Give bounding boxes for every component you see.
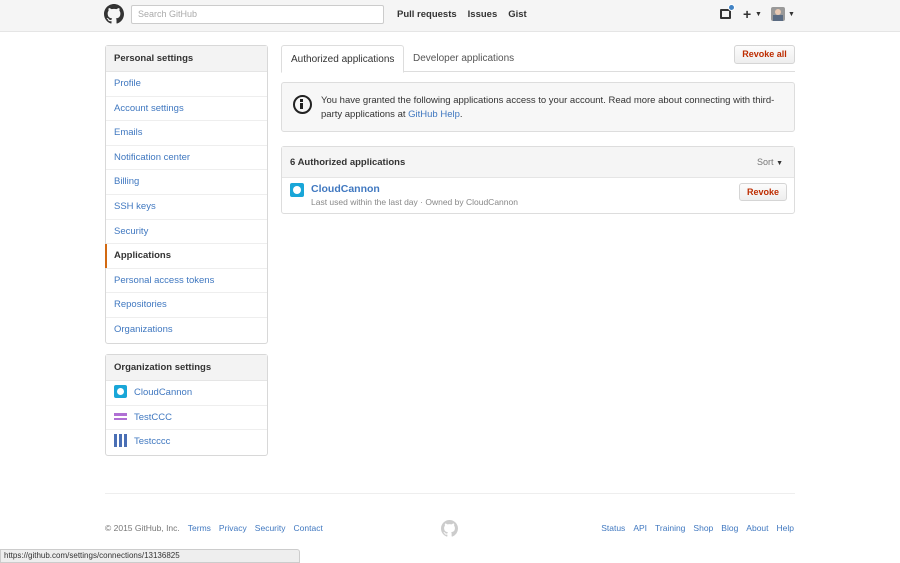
menu-heading: Personal settings [106, 46, 267, 72]
footer-link-security[interactable]: Security [255, 523, 286, 533]
info-notice: You have granted the following applicati… [281, 82, 795, 132]
sidebar-item-billing[interactable]: Billing [106, 170, 267, 195]
sidebar-item-profile[interactable]: Profile [106, 72, 267, 97]
github-help-link[interactable]: GitHub Help [408, 109, 460, 120]
tab-authorized-applications[interactable]: Authorized applications [281, 45, 405, 73]
sidebar-item-repositories[interactable]: Repositories [106, 293, 267, 318]
footer-link-privacy[interactable]: Privacy [219, 523, 247, 533]
header-user-icons: + ▼ ▼ [720, 4, 800, 26]
notice-body: You have granted the following applicati… [321, 95, 775, 120]
testccc-org-icon [114, 409, 127, 423]
plus-icon[interactable]: + [743, 6, 751, 22]
notice-suffix: . [459, 108, 463, 120]
github-logo-icon[interactable] [104, 4, 124, 24]
organization-settings-menu: Organization settings CloudCannon TestCC… [105, 354, 268, 456]
sidebar-item-ssh-keys[interactable]: SSH keys [106, 195, 267, 220]
nav-gist[interactable]: Gist [508, 9, 526, 20]
footer-link-terms[interactable]: Terms [188, 523, 211, 533]
footer-link-about[interactable]: About [746, 523, 768, 533]
app-meta: Last used within the last day · Owned by… [311, 197, 518, 207]
footer-divider [105, 493, 795, 494]
footer-link-blog[interactable]: Blog [721, 523, 738, 533]
sidebar-item-security[interactable]: Security [106, 220, 267, 245]
avatar[interactable] [771, 7, 785, 21]
app-name-link[interactable]: CloudCannon [311, 183, 380, 195]
top-header: Search GitHub Pull requests Issues Gist + … [0, 0, 900, 32]
footer-link-training[interactable]: Training [655, 523, 685, 533]
testcccc-org-icon [114, 434, 127, 448]
unread-indicator-icon [728, 4, 735, 11]
chevron-down-icon: ▼ [776, 160, 783, 167]
sidebar-item-applications[interactable]: Applications [105, 244, 267, 269]
personal-settings-menu: Personal settings Profile Account settin… [105, 45, 268, 344]
sidebar-item-org-cloudcannon[interactable]: CloudCannon [106, 381, 267, 406]
sidebar-item-org-testccc[interactable]: TestCCC [106, 406, 267, 431]
sidebar-item-account-settings[interactable]: Account settings [106, 97, 267, 122]
applications-tabs: Authorized applications Developer applic… [281, 45, 795, 73]
browser-status-bar: https://github.com/settings/connections/… [0, 549, 300, 563]
revoke-button[interactable]: Revoke [739, 183, 787, 201]
chevron-down-icon[interactable]: ▼ [788, 11, 795, 18]
sidebar-item-org-testcccc[interactable]: Testcccc [106, 430, 267, 455]
github-mark-icon[interactable] [441, 520, 458, 537]
list-item: CloudCannon Last used within the last da… [282, 178, 794, 214]
cloudcannon-app-icon [290, 183, 304, 197]
applications-header: 6 Authorized applications Sort ▼ [282, 147, 794, 178]
search-input[interactable]: Search GitHub [131, 5, 384, 24]
authorized-applications-box: 6 Authorized applications Sort ▼ CloudCa… [281, 146, 795, 214]
tab-developer-applications[interactable]: Developer applications [404, 45, 523, 72]
info-icon [293, 95, 312, 114]
menu-heading: Organization settings [106, 355, 267, 381]
copyright: © 2015 GitHub, Inc. [105, 523, 180, 533]
cloudcannon-org-icon [114, 384, 127, 398]
applications-count-title: 6 Authorized applications [290, 157, 406, 168]
footer-link-status[interactable]: Status [601, 523, 625, 533]
org-label: TestCCC [134, 411, 173, 423]
sidebar-item-organizations[interactable]: Organizations [106, 318, 267, 343]
footer-link-help[interactable]: Help [777, 523, 794, 533]
chevron-down-icon[interactable]: ▼ [755, 11, 762, 18]
footer-link-shop[interactable]: Shop [693, 523, 713, 533]
footer-right: Status API Training Shop Blog About Help [593, 523, 794, 533]
revoke-all-button[interactable]: Revoke all [734, 45, 795, 64]
footer-left: © 2015 GitHub, Inc. Terms Privacy Security C… [105, 523, 323, 533]
footer-link-api[interactable]: API [633, 523, 647, 533]
nav-pull-requests[interactable]: Pull requests [397, 9, 457, 20]
org-label: Testcccc [134, 436, 171, 448]
sidebar-item-emails[interactable]: Emails [106, 121, 267, 146]
sidebar-item-notification-center[interactable]: Notification center [106, 146, 267, 171]
footer-link-contact[interactable]: Contact [294, 523, 323, 533]
notice-text: You have granted the following applicati… [321, 94, 786, 121]
sort-dropdown[interactable]: Sort ▼ [757, 157, 783, 167]
nav-issues[interactable]: Issues [468, 9, 498, 20]
org-label: CloudCannon [134, 387, 193, 398]
sidebar-item-personal-access-tokens[interactable]: Personal access tokens [106, 269, 267, 294]
sort-label: Sort [757, 157, 774, 167]
header-nav: Pull requests Issues Gist [397, 9, 538, 20]
